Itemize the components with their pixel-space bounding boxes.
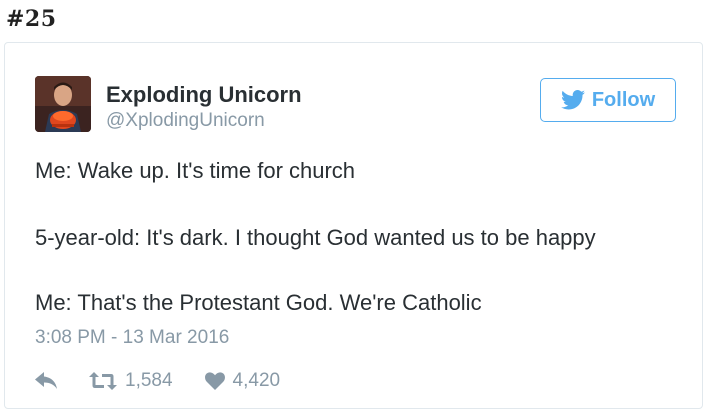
follow-label: Follow bbox=[591, 88, 656, 111]
page: #25 Exploding Unicorn @XplodingUnicorn F… bbox=[0, 0, 711, 413]
follow-button[interactable]: Follow bbox=[540, 78, 676, 122]
person-avatar-icon bbox=[35, 76, 91, 132]
author-display-name[interactable]: Exploding Unicorn bbox=[106, 82, 302, 108]
tweet-timestamp[interactable]: 3:08 PM - 13 Mar 2016 bbox=[35, 327, 229, 349]
tweet-text-line: 5-year-old: It's dark. I thought God wan… bbox=[35, 225, 596, 250]
retweet-button[interactable]: 1,584 bbox=[89, 370, 173, 392]
like-button[interactable]: 4,420 bbox=[204, 370, 281, 392]
tweet-actions: 1,584 4,420 bbox=[35, 368, 280, 394]
item-number: #25 bbox=[6, 6, 57, 32]
reply-icon bbox=[35, 372, 57, 389]
like-count: 4,420 bbox=[232, 370, 281, 391]
retweet-count: 1,584 bbox=[125, 370, 173, 391]
avatar[interactable] bbox=[35, 76, 91, 132]
retweet-icon bbox=[89, 372, 117, 390]
twitter-bird-icon bbox=[560, 90, 585, 110]
tweet-text-line: Me: That's the Protestant God. We're Cat… bbox=[35, 290, 482, 315]
heart-icon bbox=[204, 372, 225, 390]
tweet-card: Exploding Unicorn @XplodingUnicorn Follo… bbox=[4, 42, 703, 409]
tweet-text-line: Me: Wake up. It's time for church bbox=[35, 158, 356, 183]
author-handle[interactable]: @XplodingUnicorn bbox=[106, 110, 265, 132]
reply-button[interactable] bbox=[35, 372, 59, 390]
